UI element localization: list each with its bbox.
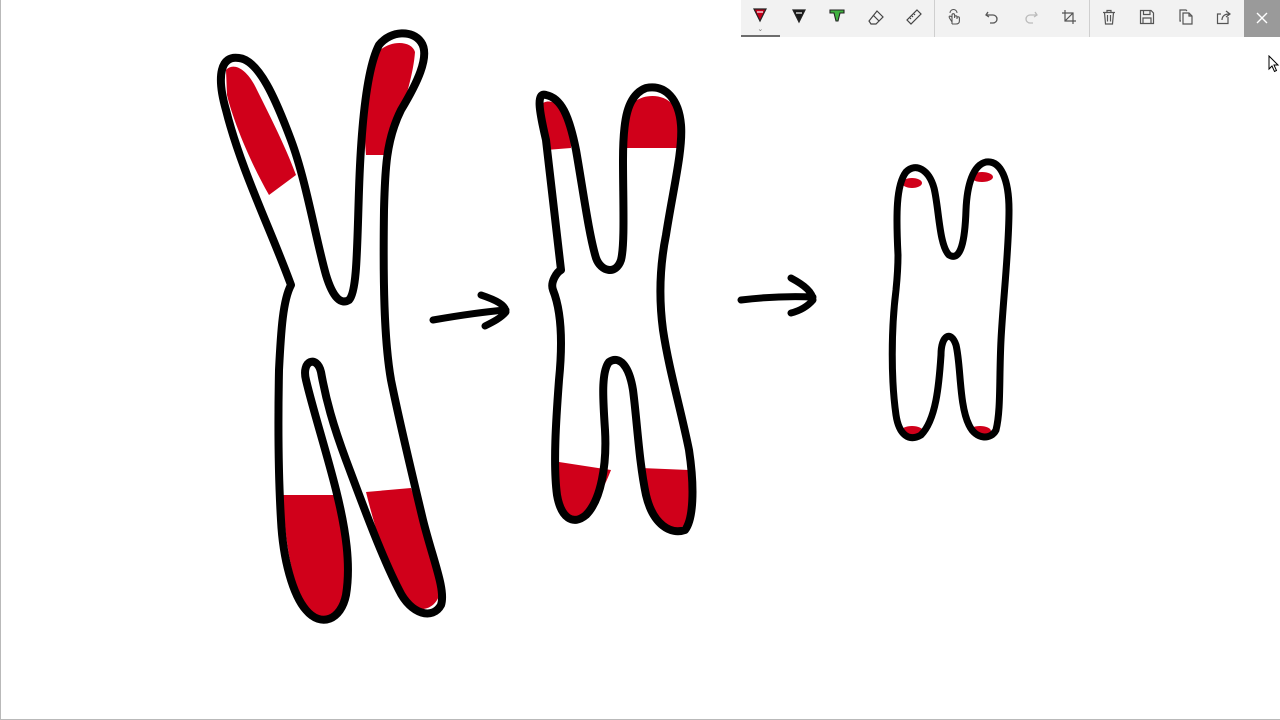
share-icon xyxy=(1216,9,1232,29)
highlighter-tool[interactable] xyxy=(818,0,857,37)
arrow-right-1 xyxy=(429,291,510,330)
close-button[interactable] xyxy=(1243,0,1280,37)
ballpoint-pen-tool[interactable]: ⌄ xyxy=(741,0,780,37)
share-button[interactable] xyxy=(1205,0,1244,37)
chevron-down-icon: ⌄ xyxy=(757,25,764,33)
pencil-icon xyxy=(791,8,806,29)
eraser-tool[interactable] xyxy=(857,0,896,37)
crop-button[interactable] xyxy=(1050,0,1089,37)
save-icon xyxy=(1139,9,1155,29)
touch-writing-icon xyxy=(946,8,962,29)
arrow-right-2 xyxy=(737,274,817,317)
crop-icon xyxy=(1061,9,1077,29)
mouse-pointer-icon xyxy=(1268,54,1280,77)
close-icon xyxy=(1256,9,1268,28)
delete-icon xyxy=(1101,9,1117,29)
chromosome-outline xyxy=(888,158,1013,442)
highlighter-icon xyxy=(829,8,845,29)
save-button[interactable] xyxy=(1128,0,1167,37)
chromosome-small xyxy=(888,158,1013,442)
chromosome-medium xyxy=(535,83,697,536)
undo-button[interactable] xyxy=(973,0,1012,37)
sketch-layer xyxy=(216,29,1013,624)
telomere-highlight xyxy=(283,495,346,617)
pencil-tool[interactable] xyxy=(780,0,819,37)
ruler-tool[interactable] xyxy=(895,0,934,37)
redo-icon xyxy=(1023,9,1039,29)
copy-icon xyxy=(1178,8,1194,29)
ruler-icon xyxy=(906,8,923,29)
copy-button[interactable] xyxy=(1167,0,1206,37)
delete-button[interactable] xyxy=(1090,0,1129,37)
chromosome-large xyxy=(216,29,447,624)
undo-icon xyxy=(984,9,1000,29)
sketch-toolbar: ⌄ xyxy=(741,0,1280,37)
redo-button[interactable] xyxy=(1012,0,1051,37)
drawing-canvas[interactable] xyxy=(0,0,1280,720)
touch-writing-button[interactable] xyxy=(935,0,974,37)
eraser-icon xyxy=(868,9,884,29)
